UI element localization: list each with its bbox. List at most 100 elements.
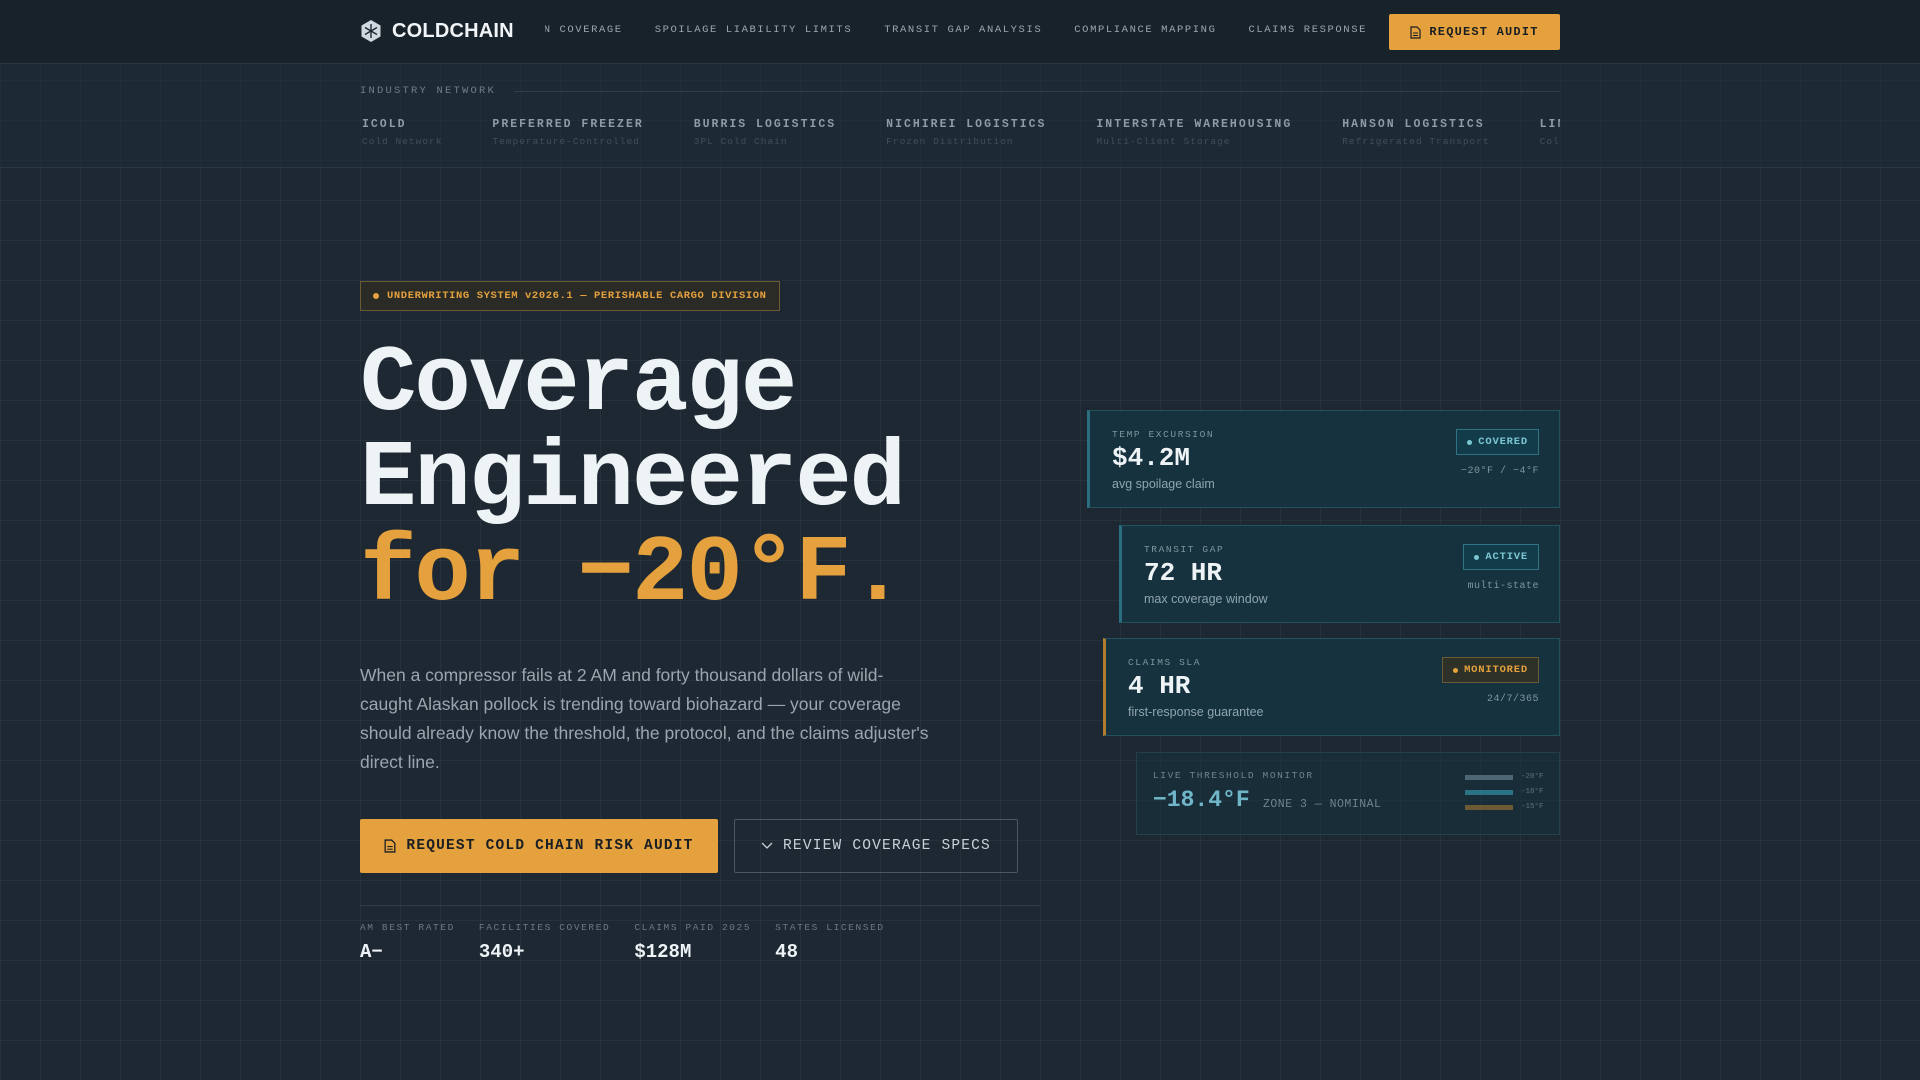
industry-network-band: INDUSTRY NETWORK ICOLD Cold Network PREF… bbox=[0, 64, 1920, 168]
partner-item: BURRIS LOGISTICS 3PL Cold Chain bbox=[694, 118, 836, 147]
stat-label: STATES LICENSED bbox=[775, 922, 885, 933]
card-label: TEMP EXCURSION bbox=[1112, 429, 1215, 440]
headline-line-2: Engineered bbox=[360, 427, 906, 533]
monitor-bar-row: -15°F bbox=[1465, 803, 1544, 811]
partner-name: INTERSTATE WAREHOUSING bbox=[1096, 118, 1293, 131]
status-dot-icon bbox=[373, 293, 379, 299]
stat-label: CLAIMS PAID 2025 bbox=[634, 922, 752, 933]
partner-item: HANSON LOGISTICS Refrigerated Transport bbox=[1342, 118, 1489, 147]
divider bbox=[514, 91, 1560, 92]
card-meta: −20°F / −4°F bbox=[1460, 466, 1539, 477]
status-badge: MONITORED bbox=[1442, 657, 1539, 683]
badge-text: UNDERWRITING SYSTEM v2026.1 — PERISHABLE… bbox=[387, 290, 767, 302]
brand-name: COLDCHAIN bbox=[392, 19, 514, 42]
request-audit-button[interactable]: REQUEST AUDIT bbox=[1389, 14, 1560, 50]
card-description: max coverage window bbox=[1144, 592, 1268, 606]
card-label: TRANSIT GAP bbox=[1144, 544, 1225, 555]
status-badge-label: ACTIVE bbox=[1485, 551, 1528, 563]
partner-item: LINEAGE Cold Storage bbox=[1540, 118, 1560, 147]
top-nav: COLDCHAIN TEMPERATURE EXCURSION COVERAGE… bbox=[0, 0, 1920, 64]
monitor-bar-tick: -15°F bbox=[1521, 803, 1544, 811]
status-dot-icon bbox=[1453, 667, 1459, 673]
card-description: first-response guarantee bbox=[1128, 705, 1264, 719]
stat-value: 48 bbox=[775, 941, 798, 963]
monitor-bar-row: -20°F bbox=[1465, 773, 1544, 781]
nav-links: TEMPERATURE EXCURSION COVERAGE SPOILAGE … bbox=[545, 24, 1367, 36]
partner-name: HANSON LOGISTICS bbox=[1342, 118, 1485, 131]
monitor-bar-track bbox=[1465, 804, 1513, 810]
partner-name: LINEAGE bbox=[1539, 118, 1560, 131]
partner-item: ICOLD Cold Network bbox=[362, 118, 442, 147]
monitor-bar-fill bbox=[1465, 804, 1513, 810]
review-coverage-specs-label: REVIEW COVERAGE SPECS bbox=[783, 838, 991, 854]
partner-name: ICOLD bbox=[362, 118, 407, 131]
system-version-badge: UNDERWRITING SYSTEM v2026.1 — PERISHABLE… bbox=[360, 281, 780, 311]
card-description: avg spoilage claim bbox=[1112, 477, 1215, 491]
industry-network-label: INDUSTRY NETWORK bbox=[360, 85, 497, 97]
stats-row: AM BEST RATED A− FACILITIES COVERED 340+… bbox=[360, 922, 885, 963]
partner-subtitle: Refrigerated Transport bbox=[1342, 136, 1490, 147]
hero-description: When a compressor fails at 2 AM and fort… bbox=[360, 665, 929, 772]
monitor-bar-track bbox=[1465, 789, 1513, 795]
stat-value: 340+ bbox=[478, 941, 525, 963]
monitor-temperature: −18.4°F bbox=[1153, 787, 1250, 813]
status-dot-icon bbox=[1467, 439, 1473, 445]
headline-line-1: Coverage bbox=[360, 332, 797, 438]
partner-item: INTERSTATE WAREHOUSING Multi-Client Stor… bbox=[1096, 118, 1292, 147]
partner-subtitle: Frozen Distribution bbox=[886, 136, 1014, 147]
monitor-zone-status: ZONE 3 — NOMINAL bbox=[1263, 798, 1382, 811]
snowflake-hex-icon bbox=[361, 20, 381, 42]
card-value: 4 HR bbox=[1128, 671, 1191, 701]
document-icon bbox=[384, 839, 396, 853]
monitor-label: LIVE THRESHOLD MONITOR bbox=[1153, 770, 1314, 781]
stat-facilities: FACILITIES COVERED 340+ bbox=[479, 922, 610, 963]
brand[interactable]: COLDCHAIN bbox=[360, 19, 514, 43]
status-dot-icon bbox=[1474, 554, 1480, 560]
stat-value: $128M bbox=[634, 941, 692, 963]
nav-link-claims-response[interactable]: CLAIMS RESPONSE bbox=[1248, 24, 1367, 36]
partner-subtitle: Multi-Client Storage bbox=[1096, 136, 1231, 147]
live-threshold-monitor: LIVE THRESHOLD MONITOR −18.4°F ZONE 3 — … bbox=[1136, 752, 1560, 835]
monitor-bar-fill bbox=[1465, 774, 1513, 780]
card-label: CLAIMS SLA bbox=[1128, 657, 1202, 668]
partner-name: NICHIREI LOGISTICS bbox=[886, 118, 1047, 131]
card-meta: multi-state bbox=[1467, 581, 1539, 592]
card-value: $4.2M bbox=[1112, 443, 1191, 473]
partner-list: ICOLD Cold Network PREFERRED FREEZER Tem… bbox=[360, 118, 1560, 147]
divider bbox=[360, 905, 1040, 906]
status-badge-label: COVERED bbox=[1478, 436, 1528, 448]
stat-claims-paid: CLAIMS PAID 2025 $128M bbox=[634, 922, 751, 963]
stat-states: STATES LICENSED 48 bbox=[775, 922, 885, 963]
coverage-card-temp-excursion: TEMP EXCURSION $4.2M avg spoilage claim … bbox=[1087, 410, 1560, 508]
monitor-bar-fill bbox=[1465, 789, 1513, 795]
nav-link-spoilage-liability[interactable]: SPOILAGE LIABILITY LIMITS bbox=[655, 24, 853, 36]
status-badge: COVERED bbox=[1456, 429, 1539, 455]
card-meta: 24/7/365 bbox=[1486, 694, 1539, 705]
request-audit-label: REQUEST AUDIT bbox=[1429, 25, 1539, 39]
stat-am-best: AM BEST RATED A− bbox=[360, 922, 455, 963]
card-value: 72 HR bbox=[1144, 558, 1223, 588]
nav-link-transit-gap[interactable]: TRANSIT GAP ANALYSIS bbox=[884, 24, 1042, 36]
partner-subtitle: 3PL Cold Chain bbox=[693, 136, 788, 147]
partner-name: BURRIS LOGISTICS bbox=[693, 118, 837, 131]
stat-label: AM BEST RATED bbox=[360, 922, 455, 933]
monitor-bar-row: -18°F bbox=[1465, 788, 1544, 796]
stat-label: FACILITIES COVERED bbox=[478, 922, 611, 933]
partner-subtitle: Temperature-Controlled bbox=[492, 136, 640, 147]
nav-link-temperature-excursion[interactable]: TEMPERATURE EXCURSION COVERAGE bbox=[545, 24, 623, 36]
nav-link-compliance-mapping[interactable]: COMPLIANCE MAPPING bbox=[1074, 24, 1216, 36]
partner-name: PREFERRED FREEZER bbox=[492, 118, 644, 131]
review-coverage-specs-button[interactable]: REVIEW COVERAGE SPECS bbox=[734, 819, 1018, 873]
monitor-bars: -20°F -18°F -15°F bbox=[1465, 773, 1544, 811]
status-badge: ACTIVE bbox=[1463, 544, 1539, 570]
partner-item: NICHIREI LOGISTICS Frozen Distribution bbox=[886, 118, 1046, 147]
partner-item: PREFERRED FREEZER Temperature-Controlled bbox=[492, 118, 643, 147]
monitor-bar-track bbox=[1465, 774, 1513, 780]
headline-line-3: for −20°F. bbox=[360, 522, 906, 628]
partner-subtitle: Cold Network bbox=[362, 136, 443, 147]
partner-subtitle: Cold Storage bbox=[1539, 136, 1560, 147]
request-risk-audit-button[interactable]: REQUEST COLD CHAIN RISK AUDIT bbox=[360, 819, 718, 873]
coverage-card-claims-sla: CLAIMS SLA 4 HR first-response guarantee… bbox=[1103, 638, 1560, 736]
coverage-card-transit-gap: TRANSIT GAP 72 HR max coverage window AC… bbox=[1119, 525, 1560, 623]
request-risk-audit-label: REQUEST COLD CHAIN RISK AUDIT bbox=[406, 838, 694, 854]
